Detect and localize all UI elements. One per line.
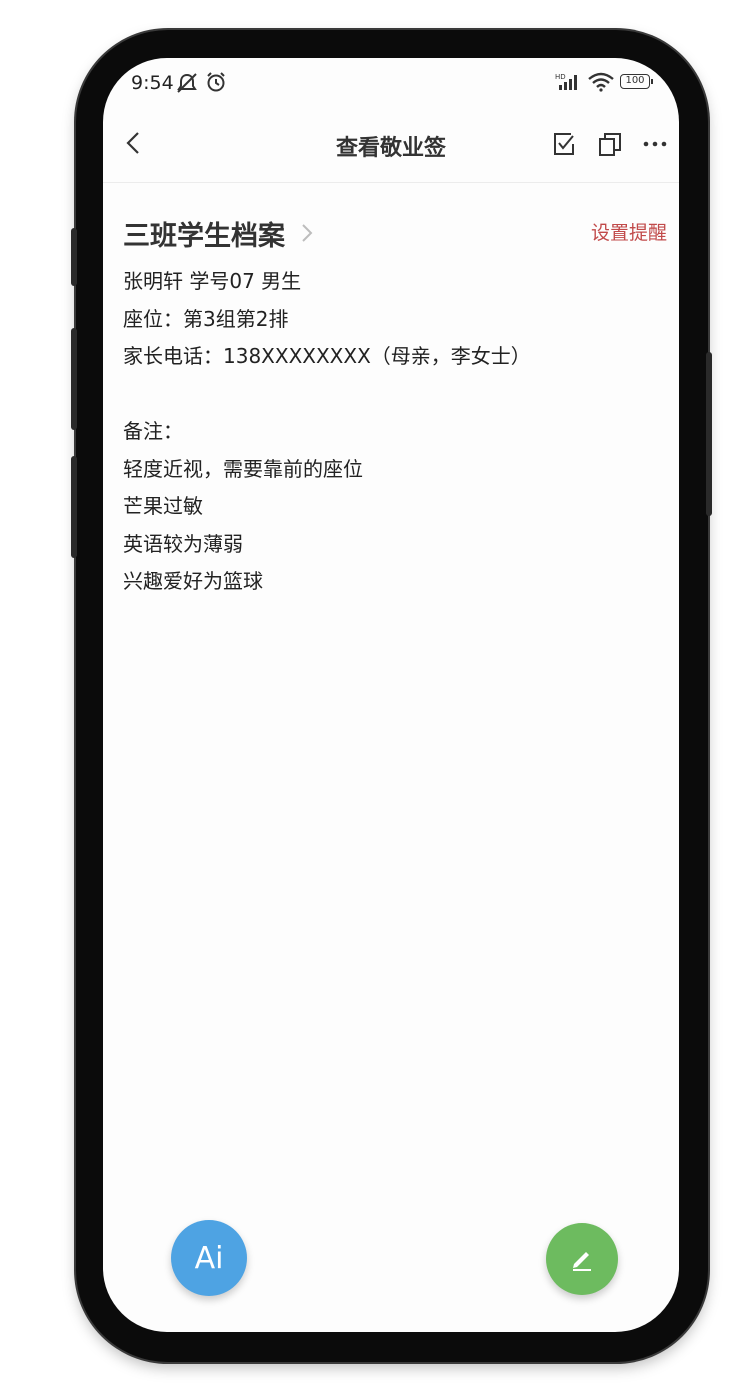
network-label: HD	[555, 73, 566, 81]
wifi-icon	[588, 72, 614, 92]
mute-icon	[177, 73, 197, 93]
alarm-icon	[207, 72, 225, 92]
note-line: 张明轩 学号07 男生	[123, 269, 302, 293]
ai-button-label: Ai	[194, 1240, 224, 1276]
note-line	[123, 376, 643, 414]
checkbox-icon[interactable]	[551, 131, 577, 157]
note-line: 英语较为薄弱	[123, 531, 243, 556]
chevron-right-icon	[302, 224, 313, 242]
note-title[interactable]: 三班学生档案	[123, 214, 285, 253]
page-title: 查看敬业签	[335, 136, 446, 161]
note-line: 轻度近视，需要靠前的座位	[123, 456, 363, 481]
status-bar: 9:54 HD 100	[103, 58, 679, 108]
battery-level: 100	[625, 75, 645, 86]
note-line: 座位：第3组第2排	[123, 306, 289, 331]
screen: 9:54 HD 100 查看敬业签 三班学生档案 设置提醒 张明轩 学号07 男…	[103, 58, 679, 1332]
battery-icon: 100	[620, 74, 650, 89]
signal-icon: HD	[555, 73, 577, 90]
side-button-mute	[71, 228, 77, 286]
note-body: 张明轩 学号07 男生 座位：第3组第2排 家长电话：138XXXXXXXX（母…	[123, 263, 643, 601]
side-button-volume-down	[71, 456, 77, 558]
side-button-volume-up	[71, 328, 77, 430]
status-time: 9:54	[131, 72, 174, 94]
side-button-power	[706, 352, 712, 516]
more-icon[interactable]	[643, 138, 667, 150]
copy-icon[interactable]	[597, 131, 623, 157]
note-line: 备注：	[123, 419, 183, 443]
note-title-text: 三班学生档案	[123, 221, 285, 252]
note-line: 芒果过敏	[123, 494, 203, 518]
edit-button[interactable]	[546, 1223, 618, 1295]
ai-button[interactable]: Ai	[171, 1220, 247, 1296]
note-line: 兴趣爱好为篮球	[123, 569, 263, 593]
set-reminder-link[interactable]: 设置提醒	[591, 218, 667, 245]
pencil-icon	[573, 1252, 591, 1271]
battery-tip	[651, 79, 653, 84]
note-line: 家长电话：138XXXXXXXX（母亲，李女士）	[123, 344, 531, 368]
